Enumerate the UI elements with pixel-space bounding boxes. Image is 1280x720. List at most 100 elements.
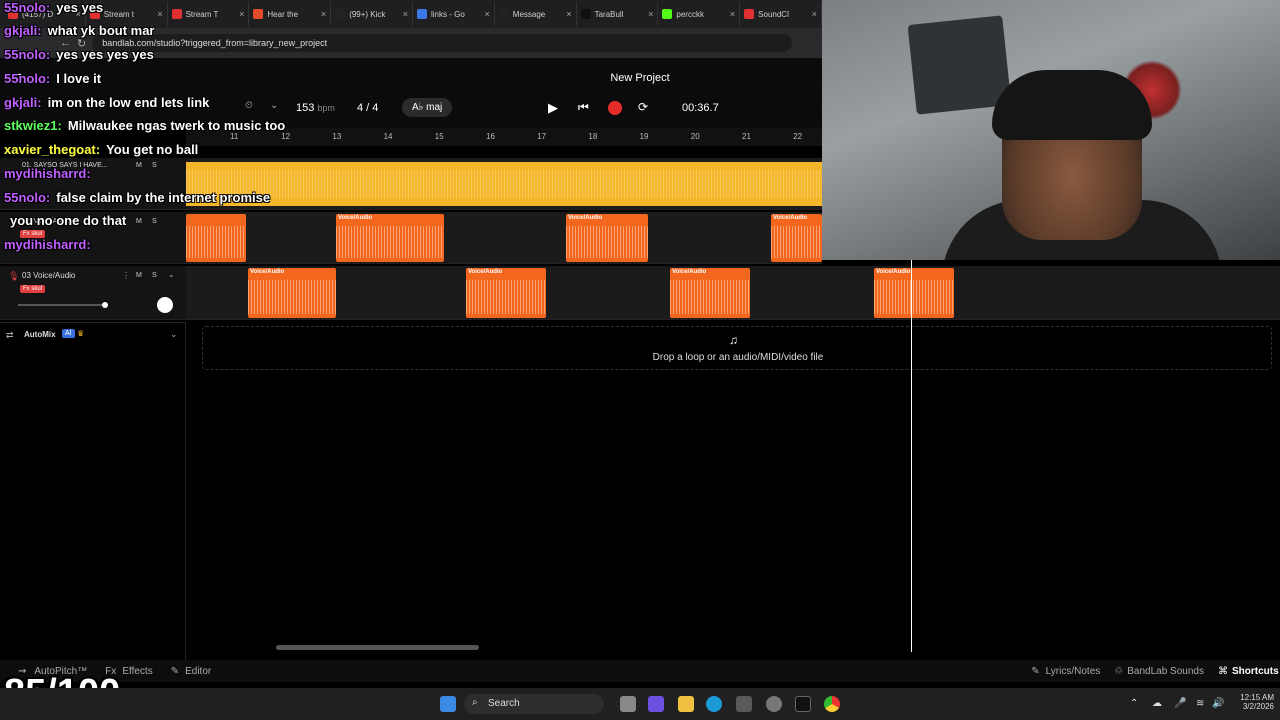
chat-text: you no one do that bbox=[10, 213, 127, 228]
chat-username: mydihisharrd: bbox=[4, 166, 91, 181]
tab-close-icon[interactable]: × bbox=[239, 9, 244, 19]
track-lane-1[interactable] bbox=[186, 158, 822, 210]
tab-close-icon[interactable]: × bbox=[566, 9, 571, 19]
cloud-icon[interactable]: ☁ bbox=[1152, 698, 1162, 709]
effects-button[interactable]: Effects bbox=[122, 666, 152, 677]
start-icon[interactable] bbox=[440, 696, 456, 712]
key-selector[interactable]: A♭ maj bbox=[402, 98, 453, 117]
clip-label: Voice/Audio bbox=[876, 269, 911, 275]
tray-chevron-icon[interactable]: ⌃ bbox=[1130, 698, 1138, 709]
search-label: Search bbox=[488, 698, 520, 709]
copilot-icon[interactable] bbox=[648, 696, 664, 712]
fx-badge[interactable]: Fx skul bbox=[20, 285, 46, 293]
pan-knob[interactable] bbox=[157, 297, 173, 313]
chevron-down-icon[interactable]: ⌄ bbox=[170, 329, 178, 340]
browser-tab[interactable]: percckk × bbox=[658, 2, 741, 26]
solo-button[interactable]: S bbox=[152, 218, 157, 225]
tab-close-icon[interactable]: × bbox=[485, 9, 490, 19]
tab-close-icon[interactable]: × bbox=[321, 9, 326, 19]
browser-tab[interactable]: Message × bbox=[495, 2, 577, 26]
browser-tab[interactable]: SoundCl × bbox=[740, 2, 822, 26]
edge-icon[interactable] bbox=[706, 696, 722, 712]
volume-icon[interactable]: 🔊 bbox=[1212, 698, 1224, 709]
task-view-icon[interactable] bbox=[620, 696, 636, 712]
windows-taskbar bbox=[0, 688, 1280, 720]
browser-tab[interactable]: Stream T × bbox=[168, 2, 250, 26]
ai-badge: AI bbox=[62, 329, 75, 338]
mute-button[interactable]: M bbox=[136, 272, 142, 279]
daw-bottom-bar: ⇝ AutoPitch™ Fx Effects ✎ Editor ✎ Lyric… bbox=[0, 660, 1280, 682]
volume-slider-handle[interactable] bbox=[102, 302, 108, 308]
store-icon[interactable] bbox=[736, 696, 752, 712]
tab-label: Message bbox=[512, 9, 546, 19]
mic-icon: 🎙 bbox=[8, 271, 20, 281]
tab-close-icon[interactable]: × bbox=[812, 9, 817, 19]
rewind-icon[interactable]: ⏮ bbox=[578, 100, 589, 115]
waveform bbox=[186, 226, 246, 258]
bpm-display[interactable]: 153 bpm bbox=[296, 102, 335, 114]
audio-clip[interactable]: Voice/Audio bbox=[670, 268, 750, 318]
horizontal-scrollbar[interactable] bbox=[276, 645, 479, 650]
mic-tray-icon[interactable]: 🎤 bbox=[1174, 698, 1186, 709]
audio-clip[interactable]: Voice/Audio bbox=[874, 268, 954, 318]
playhead[interactable] bbox=[911, 260, 912, 652]
clip-label: Voice/Audio bbox=[250, 269, 285, 275]
lyrics-button[interactable]: Lyrics/Notes bbox=[1046, 666, 1101, 677]
audio-clip[interactable]: Voice/Audio bbox=[566, 214, 648, 262]
taskbar-search[interactable]: ⌕ Search bbox=[464, 694, 604, 714]
volume-slider[interactable] bbox=[18, 304, 106, 306]
automix-label[interactable]: AutoMix bbox=[24, 330, 56, 339]
ruler-tick: 14 bbox=[383, 132, 393, 141]
track-lane-2[interactable]: Voice/Audio Voice/Audio Voice/Audio bbox=[186, 212, 822, 264]
file-explorer-icon[interactable] bbox=[678, 696, 694, 712]
more-icon[interactable]: ⋮ bbox=[122, 271, 130, 280]
chevron-down-icon[interactable]: ⌄ bbox=[168, 270, 175, 279]
metronome-icon[interactable]: ⏲ bbox=[245, 100, 253, 111]
chrome-icon[interactable] bbox=[824, 696, 840, 712]
audio-clip[interactable] bbox=[186, 214, 246, 262]
browser-tab[interactable]: Hear the × bbox=[249, 2, 332, 26]
mute-button[interactable]: M bbox=[136, 162, 142, 169]
ruler-tick: 17 bbox=[537, 132, 547, 141]
ruler-tick: 19 bbox=[639, 132, 649, 141]
clock[interactable]: 12:15 AM 3/2/2026 bbox=[1232, 693, 1274, 711]
loop-icon[interactable]: ⟳ bbox=[638, 100, 648, 114]
tab-close-icon[interactable]: × bbox=[648, 9, 653, 19]
audio-clip[interactable]: Voice/Audio bbox=[466, 268, 546, 318]
record-button[interactable] bbox=[608, 101, 622, 115]
chevron-down-icon[interactable]: ⌄ bbox=[270, 100, 278, 111]
time-signature[interactable]: 4 / 4 bbox=[357, 102, 378, 114]
browser-tab[interactable]: (99+) Kick × bbox=[331, 2, 413, 26]
tab-close-icon[interactable]: × bbox=[157, 9, 162, 19]
audio-clip[interactable]: Voice/Audio bbox=[771, 214, 822, 262]
editor-button[interactable]: Editor bbox=[185, 666, 211, 677]
app-icon[interactable] bbox=[795, 696, 811, 712]
tab-close-icon[interactable]: × bbox=[730, 9, 735, 19]
browser-tab[interactable]: TaraBull × bbox=[577, 2, 659, 26]
sounds-button[interactable]: BandLab Sounds bbox=[1127, 666, 1204, 677]
play-icon[interactable]: ▶ bbox=[548, 100, 558, 116]
solo-button[interactable]: S bbox=[152, 272, 157, 279]
tab-close-icon[interactable]: × bbox=[403, 9, 408, 19]
shortcuts-button[interactable]: Shortcuts bbox=[1232, 666, 1279, 677]
solo-button[interactable]: S bbox=[152, 162, 157, 169]
url-field[interactable]: bandlab.com/studio?triggered_from=librar… bbox=[92, 34, 793, 52]
tab-favicon-icon bbox=[744, 9, 755, 19]
webcam-feed bbox=[822, 0, 1280, 260]
drop-zone[interactable]: ♫ Drop a loop or an audio/MIDI/video fil… bbox=[202, 326, 1272, 370]
clock-time: 12:15 AM bbox=[1240, 693, 1274, 702]
browser-tab[interactable]: links - Go × bbox=[413, 2, 495, 26]
music-note-icon: ♫ bbox=[729, 333, 738, 347]
wifi-icon[interactable]: ≋ bbox=[1196, 698, 1204, 709]
mute-button[interactable]: M bbox=[136, 218, 142, 225]
track-lane-3[interactable]: Voice/Audio Voice/Audio Voice/Audio Voic… bbox=[186, 266, 1280, 320]
master-clip[interactable] bbox=[186, 162, 822, 206]
audio-clip[interactable]: Voice/Audio bbox=[336, 214, 444, 262]
clip-label: Voice/Audio bbox=[338, 215, 373, 221]
audio-clip[interactable]: Voice/Audio bbox=[248, 268, 336, 318]
tab-favicon-icon bbox=[171, 9, 182, 19]
chat-username: 55nolo: bbox=[4, 71, 51, 86]
app-icon[interactable] bbox=[766, 696, 782, 712]
track-header-3[interactable]: 🎙 03 Voice/Audio ⋮ M S ⌄ Fx skul bbox=[0, 266, 186, 320]
chat-text: yes yes bbox=[56, 0, 104, 15]
